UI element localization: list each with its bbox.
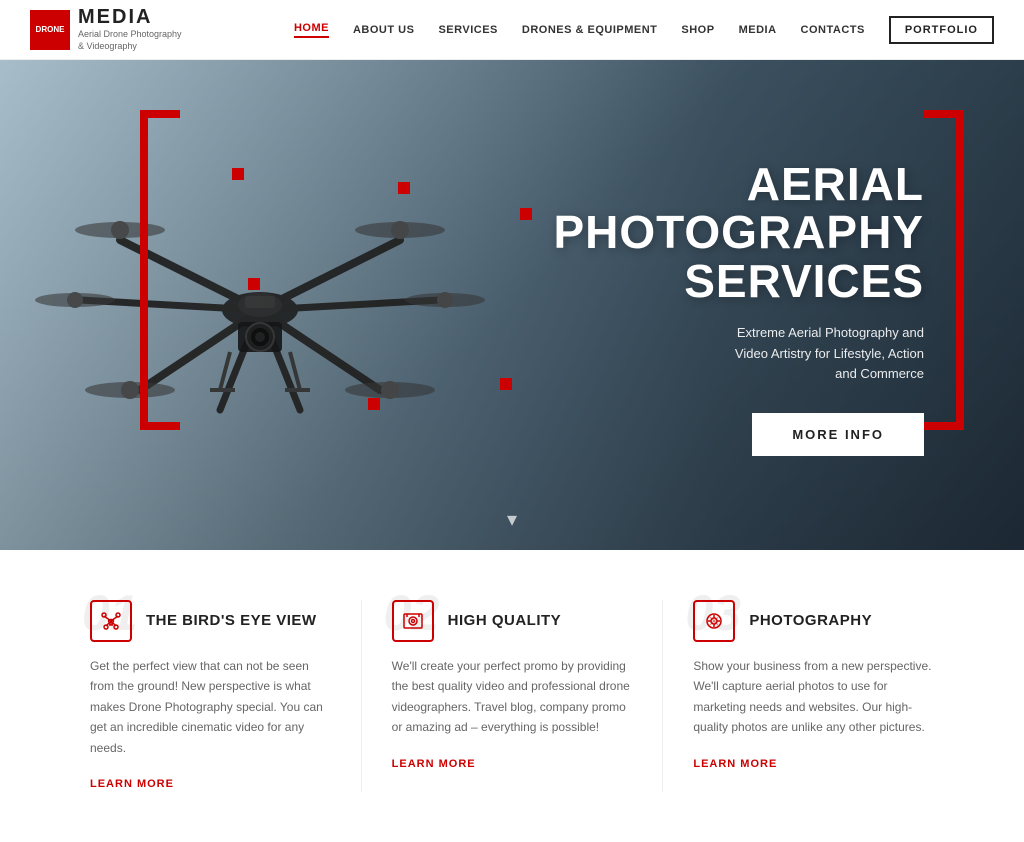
- quality-icon: [392, 600, 434, 642]
- hero-section: AERIAL PHOTOGRAPHY SERVICES Extreme Aeri…: [0, 60, 1024, 550]
- dot-accent-2: [398, 182, 410, 194]
- feature-1-title: THE BIRD'S EYE VIEW: [146, 612, 317, 630]
- nav-media[interactable]: MEDIA: [739, 24, 777, 36]
- nav-shop[interactable]: SHOP: [681, 24, 714, 36]
- feature-1-link[interactable]: LEARN MORE: [90, 778, 174, 790]
- feature-2-title: HIGH QUALITY: [448, 612, 562, 630]
- feature-3-link[interactable]: LEARN MORE: [693, 758, 777, 770]
- hero-title-line1: AERIAL PHOTOGRAPHY: [553, 158, 924, 258]
- feature-photography: 03 PHOTOGRAPHY Show your business from a…: [663, 600, 964, 792]
- feature-birds-eye: 01 THE BIRD'S EYE VIEW: [60, 600, 362, 792]
- scroll-indicator[interactable]: ▾: [507, 507, 517, 532]
- nav-about[interactable]: ABOUT US: [353, 24, 414, 36]
- site-header: DRONE MEDIA Aerial Drone Photography & V…: [0, 0, 1024, 60]
- feature-3-header: 03 PHOTOGRAPHY: [693, 600, 934, 642]
- logo-square-text: DRONE: [36, 25, 65, 35]
- camera-icon: [693, 600, 735, 642]
- hero-content: AERIAL PHOTOGRAPHY SERVICES Extreme Aeri…: [504, 160, 924, 456]
- tagline-line1: Aerial Drone Photography: [78, 29, 182, 39]
- feature-2-header: 02 HIGH QUALITY: [392, 600, 633, 642]
- feature-1-desc: Get the perfect view that can not be see…: [90, 656, 331, 758]
- nav-drones[interactable]: DRONES & EQUIPMENT: [522, 24, 658, 36]
- bracket-left-decoration: [140, 110, 180, 430]
- feature-1-header: 01 THE BIRD'S EYE VIEW: [90, 600, 331, 642]
- tagline-line2: & Videography: [78, 41, 137, 51]
- feature-2-desc: We'll create your perfect promo by provi…: [392, 656, 633, 738]
- hero-subtitle: Extreme Aerial Photography and Video Art…: [504, 323, 924, 385]
- portfolio-button[interactable]: PORTFOLIO: [889, 16, 994, 44]
- main-nav: HOME ABOUT US SERVICES DRONES & EQUIPMEN…: [294, 16, 994, 44]
- logo-main-text: MEDIA: [78, 6, 182, 29]
- logo-square: DRONE: [30, 10, 70, 50]
- feature-2-link[interactable]: LEARN MORE: [392, 758, 476, 770]
- dot-accent-4: [248, 278, 260, 290]
- features-section: 01 THE BIRD'S EYE VIEW: [0, 550, 1024, 842]
- dot-accent-1: [232, 168, 244, 180]
- hero-title-line2: SERVICES: [684, 255, 924, 307]
- dot-accent-5: [368, 398, 380, 410]
- bracket-right-decoration: [924, 110, 964, 430]
- hero-title: AERIAL PHOTOGRAPHY SERVICES: [504, 160, 924, 305]
- logo-tagline: Aerial Drone Photography & Videography: [78, 29, 182, 52]
- feature-3-title: PHOTOGRAPHY: [749, 612, 872, 630]
- nav-contacts[interactable]: CONTACTS: [801, 24, 865, 36]
- logo[interactable]: DRONE MEDIA Aerial Drone Photography & V…: [30, 6, 182, 52]
- feature-3-desc: Show your business from a new perspectiv…: [693, 656, 934, 738]
- nav-services[interactable]: SERVICES: [438, 24, 497, 36]
- feature-high-quality: 02 HIGH QUALITY We'll create your perfec…: [362, 600, 664, 792]
- drone-illustration: [20, 100, 500, 520]
- drone-icon: [90, 600, 132, 642]
- hero-cta-button[interactable]: MORE INFO: [752, 413, 924, 456]
- nav-home[interactable]: HOME: [294, 22, 329, 38]
